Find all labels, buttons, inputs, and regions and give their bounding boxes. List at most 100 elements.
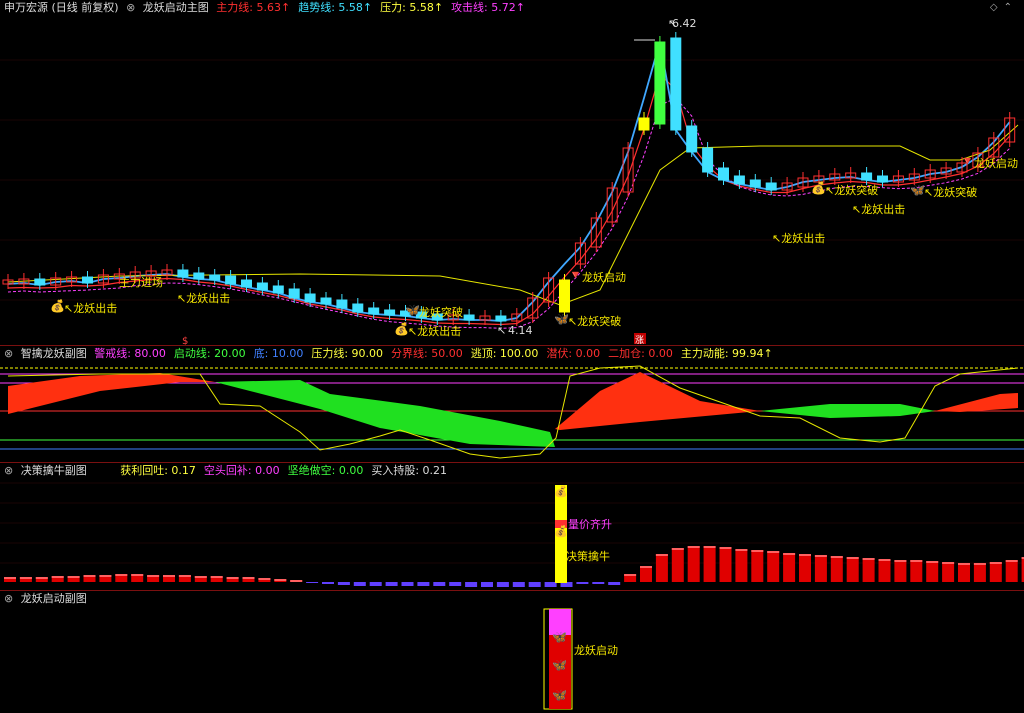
volume-bar-top [894,560,907,562]
candle-body [384,309,396,316]
marker-icon: 🔻 [568,268,583,282]
volume-bar-top [735,549,748,551]
sub1-indicator-values: 警戒线: 80.00 启动线: 20.00 底: 10.00 压力线: 90.00 分界… [94,347,781,360]
volume-bar [862,558,875,582]
volume-bar-top [719,547,732,549]
sub3-title[interactable]: 龙妖启动副图 [21,592,87,605]
main-chart-panel[interactable]: 申万宏源 (日线 前复权) ⊗ 龙妖启动主图 主力线: 5.63↑ 趋势线: 5.… [0,0,1024,345]
sub2-indicator-values: 获利回吐: 0.17 空头回补: 0.00 坚绝做空: 0.00 买入持股: 0.21 [120,464,455,477]
main-indicator-name[interactable]: 龙妖启动主图 [143,1,209,14]
indicator-value: 压力线: 90.00 [311,347,384,360]
collapse-icon[interactable]: ⊗ [4,592,13,605]
collapse-icon[interactable]: ⊗ [4,464,13,477]
volume-bar [671,548,684,582]
candle-body [368,307,380,315]
volume-bar-top [210,576,223,578]
volume-bar-top [35,577,48,579]
main-chart-header: 申万宏源 (日线 前复权) ⊗ 龙妖启动主图 主力线: 5.63↑ 趋势线: 5.… [0,0,537,16]
volume-bar [592,582,605,584]
volume-bar [655,554,668,582]
collapse-icon[interactable]: ⊗ [126,1,135,14]
indicator-value: 警戒线: 80.00 [94,347,166,360]
indicator-value: 主力线: 5.63↑ [216,1,291,14]
candle-body [209,274,221,281]
signal-label: 龙妖突破 [419,305,463,319]
volume-bar [910,560,923,582]
main-price-chart[interactable]: ↖6.42↖ 4.14💰 ↖龙妖出击↖龙妖出击主力进场💰 ↖龙妖出击🦋 龙妖突破 🦋 ↖龙妖… [0,0,1024,345]
money-bag-icon: 💰 [554,485,568,498]
sub3-chart[interactable]: 🦋 🦋 🦋 [0,591,1024,713]
rise-marker-text: 涨 [635,335,644,345]
volume-bar [576,582,589,584]
volume-bar [830,556,843,582]
volume-bar [767,551,780,582]
candle-body [654,41,666,125]
candle-body [288,288,300,299]
signal-label: 龙妖启动 [974,156,1018,170]
volume-bar [401,582,414,586]
indicator-value: 潜伏: 0.00 [546,347,601,360]
volume-bar-top [973,563,986,565]
volume-bar-top [274,579,287,581]
volume-bar-top [640,566,652,568]
volume-bar [719,547,732,582]
volume-bar [894,560,907,582]
indicator-value: 分界线: 50.00 [391,347,463,360]
dollar-marker-icon: $ [182,336,188,345]
volume-bar [528,582,541,587]
candle-body [877,175,888,183]
indicator-value: 趋势线: 5.58↑ [298,1,373,14]
volume-price-label: 量价齐升 [568,518,612,531]
sub-chart-2-panel[interactable]: ⊗ 决策擒牛副图 获利回吐: 0.17 空头回补: 0.00 坚绝做空: 0.00 买… [0,463,1024,590]
volume-bar-top [258,578,271,580]
volume-bar [1005,560,1018,582]
volume-bar-top [814,555,827,557]
main-indicator-values: 主力线: 5.63↑ 趋势线: 5.58↑ 压力: 5.58↑ 攻击线: 5.72↑ [216,1,533,14]
volume-bar-top [799,554,811,556]
volume-bar [449,582,462,586]
volume-bar-top [624,574,637,576]
volume-bar-top [99,575,112,577]
green-energy-area [215,380,555,447]
candle-body [336,299,348,309]
sub2-chart[interactable]: 💰💰 [0,463,1024,590]
volume-bar-top [846,557,859,559]
candle-body [765,182,777,191]
candle-body [638,117,650,131]
sub3-header: ⊗ 龙妖启动副图 [0,591,91,607]
volume-bar [814,555,827,582]
butterfly-icon: 🦋 [552,630,567,644]
volume-bar [942,562,955,582]
volume-bar [433,582,446,586]
red-energy-area [555,372,760,430]
volume-bar-top [163,575,175,577]
marker-icon: 🦋 [554,312,569,326]
marker-icon: 💰 [811,181,826,195]
candle-body [670,37,682,131]
sub1-chart[interactable] [0,346,1024,462]
sub1-title[interactable]: 智擒龙妖副图 [21,347,87,360]
sub2-title[interactable]: 决策擒牛副图 [21,464,87,477]
collapse-icon[interactable]: ⊗ [4,347,13,360]
candle-body [272,285,284,294]
signal-label: ↖龙妖突破 [825,183,878,197]
volume-bar [481,582,493,587]
volume-bar [846,557,859,582]
volume-bar-top [19,577,32,579]
volume-bar-top [687,546,700,548]
indicator-value: 攻击线: 5.72↑ [451,1,525,14]
sub-chart-3-panel[interactable]: ⊗ 龙妖启动副图 🦋 🦋 🦋 龙妖启动 [0,591,1024,713]
red-energy-area [935,393,1018,412]
volume-bar-top [910,560,923,562]
volume-bar-top [4,577,16,579]
sub1-header: ⊗ 智擒龙妖副图 警戒线: 80.00 启动线: 20.00 底: 10.00 压力线… [0,346,785,362]
volume-bar [751,550,764,582]
candle-body [352,303,364,313]
sub-chart-1-panel[interactable]: ⊗ 智擒龙妖副图 警戒线: 80.00 启动线: 20.00 底: 10.00 压力线… [0,346,1024,462]
candle-body [225,275,237,285]
volume-bar [783,553,796,582]
volume-bar-top [783,553,796,555]
volume-bar [608,582,621,585]
volume-bar [958,563,970,582]
volume-bar [640,566,652,582]
